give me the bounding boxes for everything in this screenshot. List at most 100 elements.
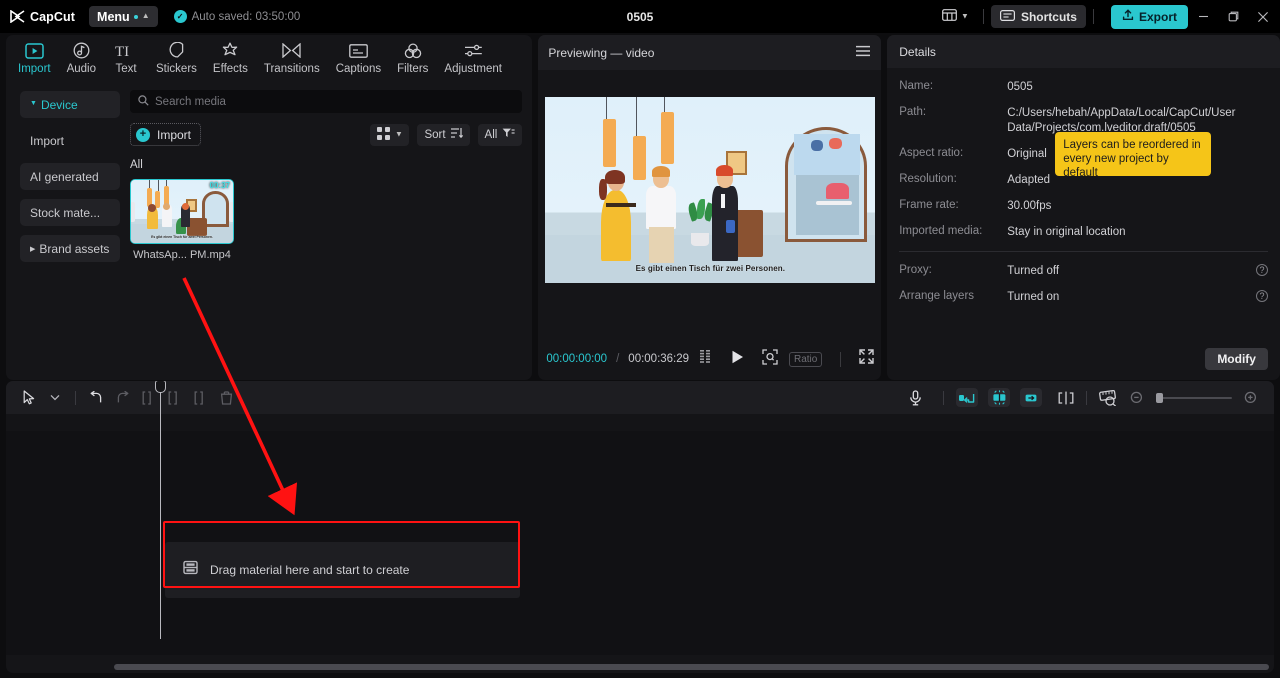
- total-timecode: 00:00:36:29: [628, 353, 690, 365]
- play-icon: [732, 350, 744, 363]
- text-icon: TI: [115, 41, 137, 60]
- export-button[interactable]: Export: [1110, 4, 1188, 29]
- timeline-ruler[interactable]: [6, 414, 1274, 431]
- sidebar-item-device[interactable]: ▼ Device: [20, 91, 120, 118]
- menu-notification-dot: [133, 14, 138, 19]
- import-icon: [25, 41, 44, 60]
- tab-text[interactable]: TI Text: [104, 38, 148, 76]
- tab-adjustment[interactable]: Adjustment: [436, 38, 510, 75]
- divider: [899, 251, 1268, 252]
- media-thumbnail[interactable]: Es gibt einen Tisch für zwei Personen. 0…: [130, 179, 234, 244]
- tab-filters[interactable]: Filters: [389, 38, 436, 75]
- modify-button[interactable]: Modify: [1205, 348, 1268, 370]
- triangle-right-icon: ▶: [30, 245, 36, 253]
- search-icon: [138, 93, 149, 111]
- delete-icon[interactable]: [213, 387, 239, 409]
- ratio-button[interactable]: Ratio: [788, 351, 823, 367]
- fullscreen-icon[interactable]: [859, 349, 875, 369]
- titlebar-actions: ▲ Shortcuts Export: [935, 0, 1280, 33]
- preview-scene: Es gibt einen Tisch für zwei Personen.: [545, 97, 876, 283]
- sidebar-item-ai-generated[interactable]: AI generated: [20, 163, 120, 190]
- search-input[interactable]: [155, 95, 515, 108]
- tab-stickers[interactable]: Stickers: [148, 38, 205, 75]
- divider: [1086, 390, 1087, 405]
- tab-effects[interactable]: Effects: [205, 38, 256, 75]
- zoom-slider[interactable]: [1156, 392, 1232, 403]
- detail-key: Name:: [899, 80, 934, 92]
- close-button[interactable]: [1248, 0, 1278, 33]
- timeline-horizontal-scrollbar[interactable]: [114, 664, 1269, 670]
- sidebar-item-stock-material[interactable]: Stock mate...: [20, 199, 120, 226]
- detail-row-frame-rate: Frame rate: 30.00fps: [899, 199, 1268, 214]
- details-panel: Details Name: 0505 Path: C:/Users/hebah/…: [887, 35, 1280, 380]
- sort-button[interactable]: Sort: [417, 123, 470, 146]
- frames-icon[interactable]: [700, 350, 716, 368]
- tab-captions[interactable]: Captions: [328, 38, 389, 75]
- playhead-handle[interactable]: [155, 381, 166, 393]
- export-label: Export: [1138, 9, 1177, 24]
- zoom-out-icon[interactable]: [1124, 387, 1150, 409]
- help-icon[interactable]: ?: [1255, 290, 1268, 302]
- drop-zone-label: Drag material here and start to create: [210, 563, 410, 577]
- play-button[interactable]: [731, 350, 744, 369]
- fit-screen-icon[interactable]: [762, 348, 778, 370]
- divider: [1092, 9, 1094, 24]
- zoom-in-icon[interactable]: [1238, 387, 1264, 409]
- tab-import[interactable]: Import: [10, 38, 59, 75]
- undo-icon[interactable]: [83, 387, 109, 409]
- current-timecode: 00:00:00:00: [546, 353, 608, 365]
- filter-button[interactable]: All: [477, 123, 523, 146]
- maximize-button[interactable]: [1218, 0, 1248, 33]
- sidebar-item-brand-assets[interactable]: ▶ Brand assets: [20, 235, 120, 262]
- media-section-label: All: [130, 159, 143, 171]
- detail-row-proxy: Proxy: Turned off ?: [899, 264, 1268, 279]
- chevron-up-icon: ▲: [141, 11, 150, 20]
- import-button[interactable]: + Import: [130, 123, 202, 146]
- close-icon: [1257, 11, 1269, 22]
- chevron-down-icon[interactable]: [42, 387, 68, 409]
- ruler-icon[interactable]: [1094, 387, 1124, 409]
- redo-icon[interactable]: [109, 387, 135, 409]
- sidebar-item-label: Import: [30, 133, 65, 148]
- video-preview-stage[interactable]: Es gibt einen Tisch für zwei Personen.: [545, 97, 876, 283]
- timeline-playhead[interactable]: [155, 381, 166, 639]
- select-cursor-icon[interactable]: [16, 387, 42, 409]
- maximize-icon: [1228, 11, 1238, 22]
- trim-handle-right[interactable]: [229, 201, 233, 222]
- mirror-right-icon[interactable]: [1020, 388, 1042, 407]
- detail-key: Imported media:: [899, 225, 983, 237]
- stickers-icon: [168, 41, 185, 60]
- hamburger-icon[interactable]: [855, 45, 871, 60]
- sidebar-item-label: Brand assets: [39, 241, 110, 256]
- media-source-list: ▼ Device Import AI generated Stock mate.…: [6, 82, 128, 380]
- autosave-status: ✓ Auto saved: 03:50:00: [173, 10, 300, 23]
- search-media-box[interactable]: [130, 90, 523, 113]
- tab-transitions[interactable]: Transitions: [256, 38, 328, 75]
- grid-view-button[interactable]: ▲: [369, 123, 410, 146]
- help-icon[interactable]: ?: [1255, 264, 1268, 276]
- minimize-button[interactable]: [1188, 0, 1218, 33]
- split-right-icon[interactable]: [187, 387, 213, 409]
- media-item[interactable]: Es gibt einen Tisch für zwei Personen. 0…: [130, 179, 234, 261]
- shortcuts-button[interactable]: Shortcuts: [990, 5, 1086, 28]
- mirror-left-icon[interactable]: [956, 388, 978, 407]
- microphone-icon[interactable]: [902, 387, 928, 409]
- divider: [840, 351, 842, 367]
- center-align-icon[interactable]: [988, 388, 1010, 407]
- media-library-panel: Import Audio TI Text Stickers Effects Tr…: [6, 35, 533, 380]
- zoom-slider-knob[interactable]: [1156, 392, 1163, 403]
- drop-material-zone[interactable]: Drag material here and start to create: [165, 542, 520, 598]
- timeline-tracks[interactable]: Drag material here and start to create: [6, 431, 1274, 655]
- tab-label: Adjustment: [444, 63, 502, 75]
- media-duration: 00:37: [209, 181, 230, 190]
- layout-icon: [942, 8, 957, 26]
- sidebar-item-import[interactable]: Import: [20, 127, 120, 154]
- tab-audio[interactable]: Audio: [59, 38, 104, 75]
- tab-label: Stickers: [156, 63, 197, 75]
- arrange-layers-tooltip: Layers can be reordered in every new pro…: [1055, 132, 1212, 176]
- layout-button[interactable]: ▲: [935, 4, 976, 30]
- trim-handle-left[interactable]: [131, 201, 135, 222]
- split-marker-icon[interactable]: [1053, 387, 1079, 409]
- menu-button[interactable]: Menu ▲: [89, 6, 158, 27]
- details-header: Details: [887, 35, 1280, 68]
